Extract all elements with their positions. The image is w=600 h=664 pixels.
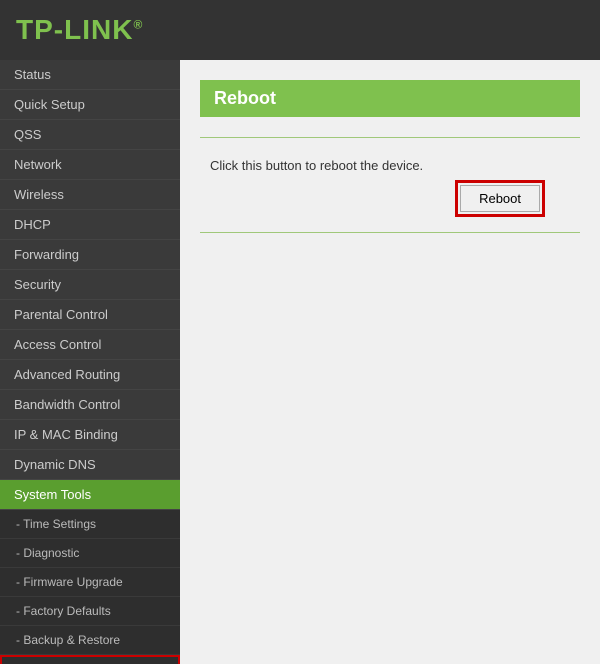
sidebar-item-system-tools[interactable]: System Tools (0, 480, 180, 510)
page-title: Reboot (200, 80, 580, 117)
logo: TP-LINK® (16, 14, 143, 46)
sidebar-item-forwarding[interactable]: Forwarding (0, 240, 180, 270)
reboot-button-wrapper: Reboot (200, 185, 580, 212)
sidebar-item-dhcp[interactable]: DHCP (0, 210, 180, 240)
header: TP-LINK® (0, 0, 600, 60)
logo-text: TP-LINK (16, 14, 133, 45)
sidebar-item-dynamic-dns[interactable]: Dynamic DNS (0, 450, 180, 480)
main-content: Reboot Click this button to reboot the d… (180, 60, 600, 664)
sidebar-item-diagnostic[interactable]: - Diagnostic (0, 539, 180, 568)
sidebar-item-backup-restore[interactable]: - Backup & Restore (0, 626, 180, 655)
sidebar-item-parental-control[interactable]: Parental Control (0, 300, 180, 330)
sidebar-item-reboot[interactable]: - Reboot (0, 655, 180, 664)
sidebar-item-quick-setup[interactable]: Quick Setup (0, 90, 180, 120)
sidebar-item-time-settings[interactable]: - Time Settings (0, 510, 180, 539)
sidebar-item-status[interactable]: Status (0, 60, 180, 90)
sidebar-item-access-control[interactable]: Access Control (0, 330, 180, 360)
sidebar-item-factory-defaults[interactable]: - Factory Defaults (0, 597, 180, 626)
sidebar-item-bandwidth-control[interactable]: Bandwidth Control (0, 390, 180, 420)
logo-registered: ® (133, 18, 143, 32)
sidebar-item-security[interactable]: Security (0, 270, 180, 300)
sidebar-item-network[interactable]: Network (0, 150, 180, 180)
separator-top (200, 137, 580, 138)
sidebar-item-advanced-routing[interactable]: Advanced Routing (0, 360, 180, 390)
separator-bottom (200, 232, 580, 233)
sidebar-item-ip-mac-binding[interactable]: IP & MAC Binding (0, 420, 180, 450)
layout: StatusQuick SetupQSSNetworkWirelessDHCPF… (0, 60, 600, 664)
sidebar: StatusQuick SetupQSSNetworkWirelessDHCPF… (0, 60, 180, 664)
sidebar-item-wireless[interactable]: Wireless (0, 180, 180, 210)
sidebar-item-firmware-upgrade[interactable]: - Firmware Upgrade (0, 568, 180, 597)
reboot-button[interactable]: Reboot (460, 185, 540, 212)
sidebar-item-qss[interactable]: QSS (0, 120, 180, 150)
content-area: Reboot Click this button to reboot the d… (180, 60, 600, 253)
reboot-description: Click this button to reboot the device. (200, 158, 580, 173)
